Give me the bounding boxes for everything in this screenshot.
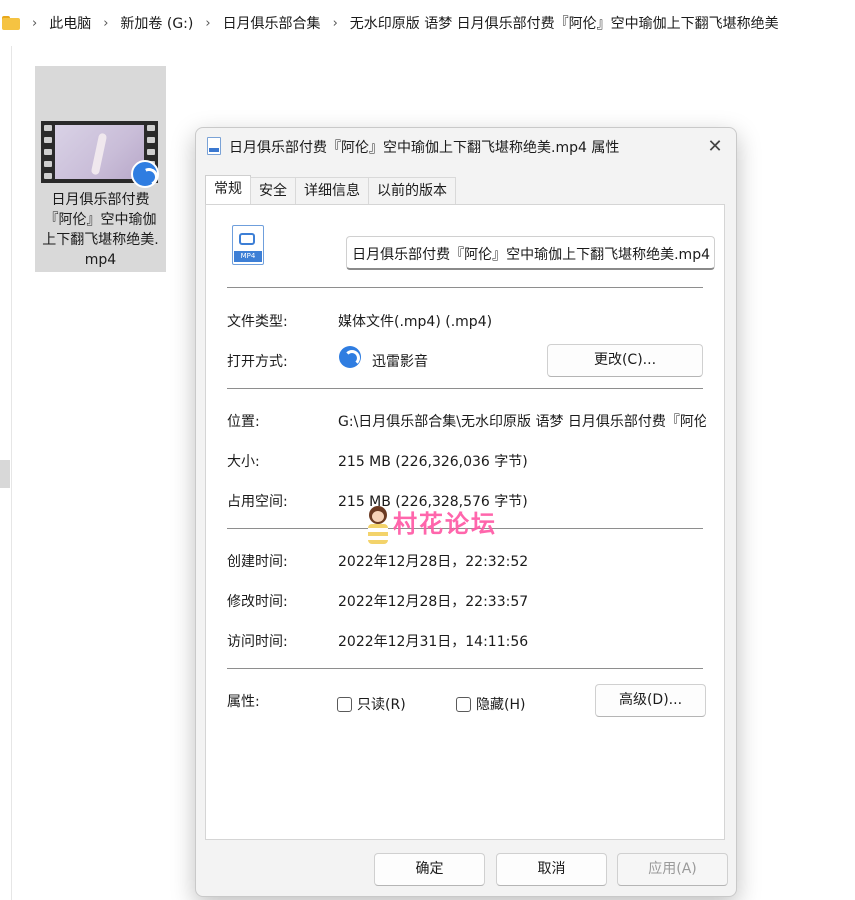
watermark-text: 村花论坛 xyxy=(393,510,497,538)
xunlei-player-badge-icon xyxy=(131,160,159,188)
film-strip-holes xyxy=(44,125,52,179)
modified-value: 2022年12月28日，22:33:57 xyxy=(338,594,529,610)
chevron-right-icon[interactable]: › xyxy=(205,16,210,31)
breadcrumb-item-collection[interactable]: 日月俱乐部合集 xyxy=(223,13,321,33)
breadcrumb: › 此电脑 › 新加卷 (G:) › 日月俱乐部合集 › 无水印原版 语梦 日月… xyxy=(0,0,855,46)
video-file-icon xyxy=(207,137,221,155)
chevron-right-icon[interactable]: › xyxy=(333,16,338,31)
xunlei-player-icon xyxy=(339,346,361,368)
location-label: 位置: xyxy=(227,414,260,430)
readonly-checkbox[interactable]: 只读(R) xyxy=(337,694,406,714)
checkbox-box[interactable] xyxy=(456,696,471,712)
accessed-value: 2022年12月31日，14:11:56 xyxy=(338,634,529,650)
advanced-button[interactable]: 高级(D)... xyxy=(595,684,706,717)
location-value: G:\日月俱乐部合集\无水印原版 语梦 日月俱乐部付费『阿伦』空中瑜伽上下翻飞堪… xyxy=(338,414,706,430)
divider xyxy=(227,287,703,288)
hidden-label: 隐藏(H) xyxy=(476,697,526,713)
created-label: 创建时间: xyxy=(227,554,288,570)
breadcrumb-item-this-pc[interactable]: 此电脑 xyxy=(49,13,91,33)
readonly-label: 只读(R) xyxy=(357,697,406,713)
tab-strip: 常规 安全 详细信息 以前的版本 xyxy=(205,175,456,205)
attributes-label: 属性: xyxy=(227,694,260,710)
divider xyxy=(227,388,703,389)
open-with-value: 迅雷影音 xyxy=(372,354,428,370)
file-name-label[interactable]: 日月俱乐部付费『阿伦』空中瑜伽上下翻飞堪称绝美.mp4 xyxy=(39,190,162,270)
tab-security[interactable]: 安全 xyxy=(250,177,296,205)
cancel-button[interactable]: 取消 xyxy=(496,853,607,886)
navigation-pane-scrollbar[interactable] xyxy=(0,460,10,488)
filename-field[interactable]: 日月俱乐部付费『阿伦』空中瑜伽上下翻飞堪称绝美.mp4 xyxy=(346,236,715,270)
file-type-value: 媒体文件(.mp4) (.mp4) xyxy=(338,314,493,330)
size-value: 215 MB (226,326,036 字节) xyxy=(338,454,528,470)
created-value: 2022年12月28日，22:32:52 xyxy=(338,554,529,570)
chevron-right-icon[interactable]: › xyxy=(103,16,108,31)
size-label: 大小: xyxy=(227,454,260,470)
breadcrumb-item-drive[interactable]: 新加卷 (G:) xyxy=(120,13,193,33)
file-item-selected[interactable]: 日月俱乐部付费『阿伦』空中瑜伽上下翻飞堪称绝美.mp4 xyxy=(35,66,166,272)
divider xyxy=(227,668,703,669)
properties-dialog: 日月俱乐部付费『阿伦』空中瑜伽上下翻飞堪称绝美.mp4 属性 ✕ 常规 安全 详… xyxy=(195,127,737,897)
ok-button[interactable]: 确定 xyxy=(374,853,485,886)
forum-watermark: 村花论坛 xyxy=(363,502,523,554)
tab-previous-versions[interactable]: 以前的版本 xyxy=(368,177,456,205)
dialog-titlebar[interactable]: 日月俱乐部付费『阿伦』空中瑜伽上下翻飞堪称绝美.mp4 属性 ✕ xyxy=(196,128,736,166)
chevron-right-icon: › xyxy=(32,15,38,31)
mp4-file-icon: MP4 xyxy=(232,225,268,267)
file-type-label: 文件类型: xyxy=(227,314,288,330)
change-button[interactable]: 更改(C)... xyxy=(547,344,703,377)
apply-button[interactable]: 应用(A) xyxy=(617,853,728,886)
general-tab-panel: MP4 日月俱乐部付费『阿伦』空中瑜伽上下翻飞堪称绝美.mp4 文件类型: 媒体… xyxy=(205,204,725,840)
accessed-label: 访问时间: xyxy=(227,634,288,650)
close-icon[interactable]: ✕ xyxy=(702,134,728,160)
checkbox-box[interactable] xyxy=(337,696,352,712)
dialog-title: 日月俱乐部付费『阿伦』空中瑜伽上下翻飞堪称绝美.mp4 属性 xyxy=(229,140,620,156)
open-with-label: 打开方式: xyxy=(227,354,288,370)
breadcrumb-item-current-folder[interactable]: 无水印原版 语梦 日月俱乐部付费『阿伦』空中瑜伽上下翻飞堪称绝美 xyxy=(350,13,779,33)
modified-label: 修改时间: xyxy=(227,594,288,610)
hidden-checkbox[interactable]: 隐藏(H) xyxy=(456,694,525,714)
tab-general[interactable]: 常规 xyxy=(205,175,251,205)
filename-value: 日月俱乐部付费『阿伦』空中瑜伽上下翻飞堪称绝美.mp4 xyxy=(352,247,710,263)
tab-details[interactable]: 详细信息 xyxy=(295,177,369,205)
size-on-disk-label: 占用空间: xyxy=(227,494,288,510)
folder-icon xyxy=(2,16,20,30)
